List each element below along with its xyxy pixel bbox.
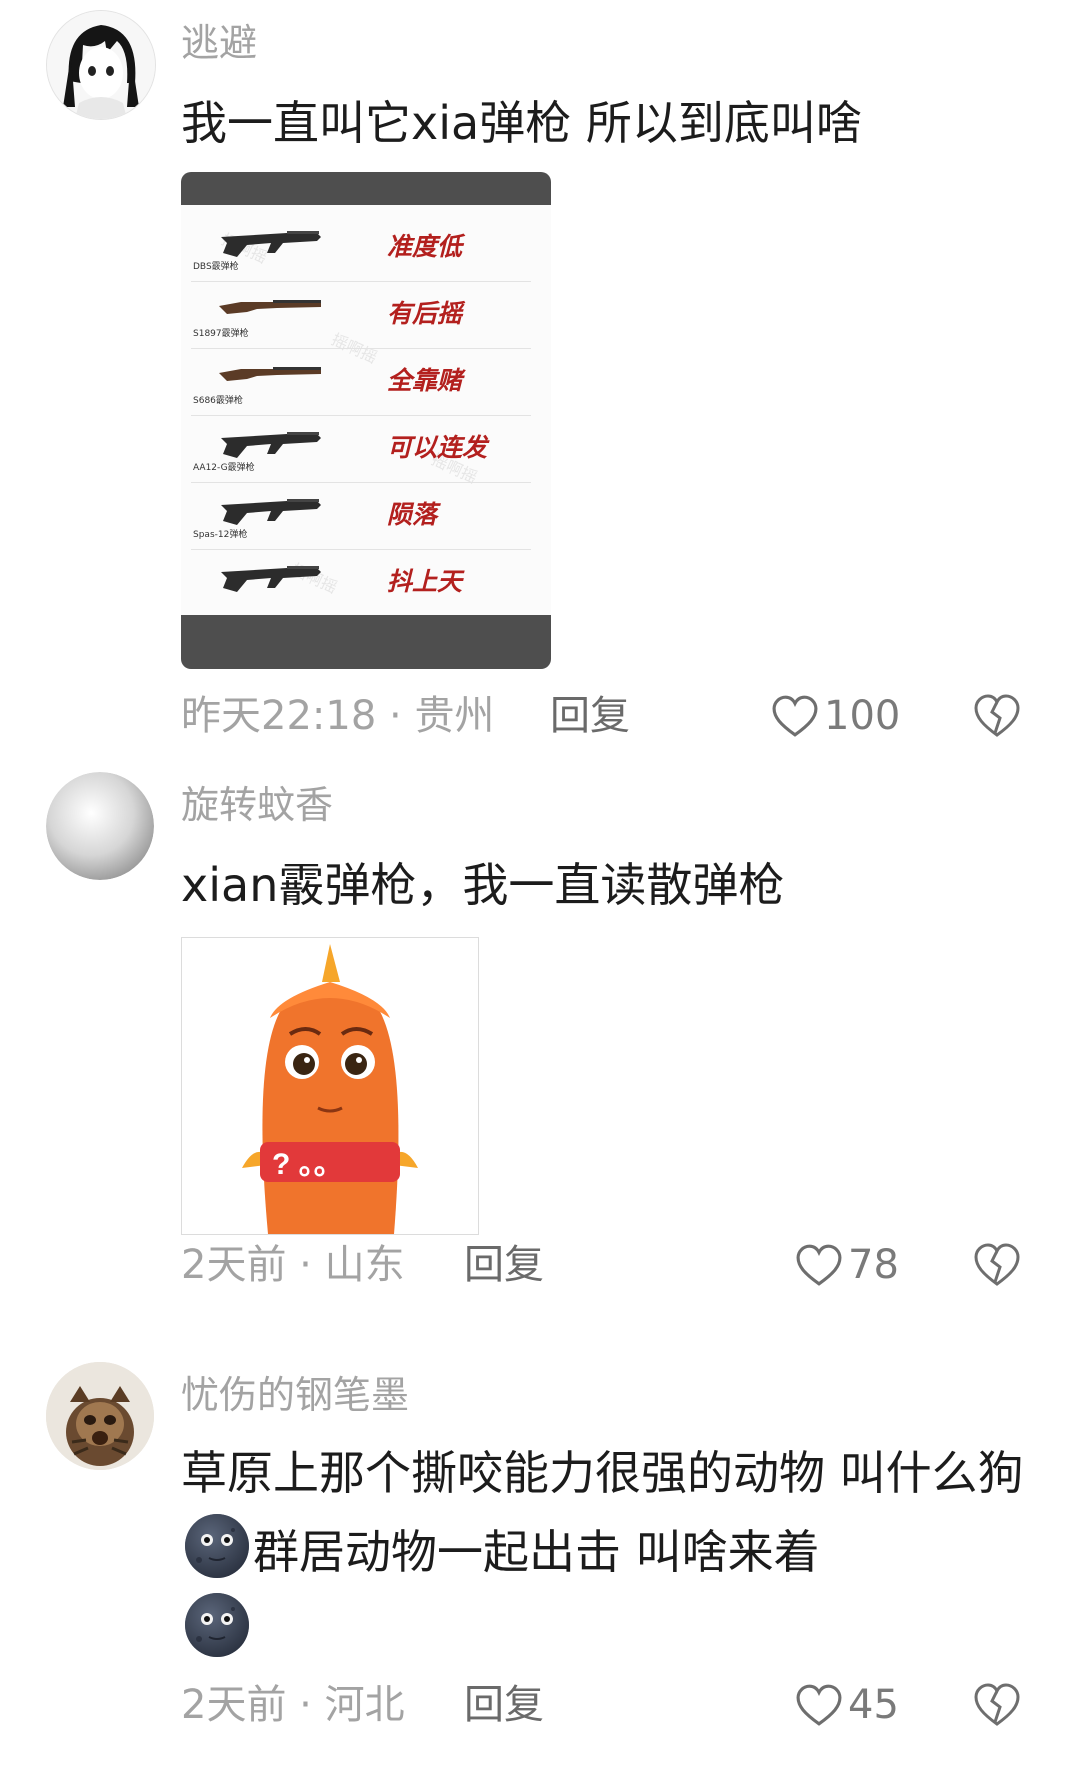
avatar[interactable] — [46, 772, 154, 880]
location: 河北 — [324, 1682, 405, 1728]
avatar[interactable] — [46, 10, 156, 120]
shotgun-image — [221, 231, 321, 257]
timestamp: 昨天22:18 — [181, 693, 377, 739]
comment-item: 旋转蚊香 xian霰弹枪，我一直读散弹枪 — [0, 760, 1080, 1320]
weapon-row: S686霰弹枪 全靠赌 — [181, 349, 551, 416]
fish-character-image: ? 。。 — [242, 944, 418, 1234]
reply-button[interactable]: 回复 — [464, 1680, 544, 1730]
weapon-row: AA12-G霰弹枪 可以连发 — [181, 416, 551, 483]
username[interactable]: 忧伤的钢笔墨 — [181, 1372, 409, 1418]
broken-heart-icon[interactable] — [973, 1241, 1021, 1289]
shotgun-image — [219, 300, 321, 314]
timestamp: 2天前 — [181, 1682, 287, 1728]
weapon-chart: 摇啊摇 摇啊摇 摇啊摇 摇啊摇 DBS霰弹枪 准度低 S1897霰弹枪 有后摇 … — [181, 205, 551, 615]
comment-text-part: 草原上那个撕咬能力很强的动物 叫什么狗 — [181, 1446, 1024, 1500]
heart-outline-icon — [796, 1244, 842, 1286]
moon-face-emoji — [184, 1513, 250, 1579]
heart-outline-icon — [796, 1684, 842, 1726]
comment-item: 忧伤的钢笔墨 草原上那个撕咬能力很强的动物 叫什么狗群居动物一起出击 叫啥来着 … — [0, 1340, 1080, 1769]
shotgun-image — [221, 566, 321, 592]
weapon-desc: 抖上天 — [387, 567, 463, 596]
like-button[interactable]: 45 — [796, 1680, 899, 1730]
weapon-name: DBS霰弹枪 — [193, 262, 239, 272]
location: 贵州 — [414, 693, 495, 739]
sign-text: ? 。。 — [272, 1148, 344, 1181]
timestamp: 2天前 — [181, 1242, 287, 1288]
weapon-desc: 全靠赌 — [387, 366, 463, 395]
weapon-row: DBS霰弹枪 准度低 — [181, 215, 551, 282]
reply-button[interactable]: 回复 — [550, 691, 630, 741]
weapon-name: S686霰弹枪 — [193, 396, 243, 406]
like-count: 45 — [848, 1682, 899, 1728]
comment-text: xian霰弹枪，我一直读散弹枪 — [181, 858, 785, 912]
shotgun-image — [221, 432, 321, 458]
shotgun-image — [219, 367, 321, 381]
reply-button[interactable]: 回复 — [464, 1240, 544, 1290]
like-count: 100 — [824, 693, 901, 739]
shotgun-image — [221, 499, 321, 525]
broken-heart-icon[interactable] — [973, 1681, 1021, 1729]
weapon-row: Spas-12弹枪 陨落 — [181, 483, 551, 550]
weapon-name: Spas-12弹枪 — [193, 530, 248, 540]
weapon-row: 抖上天 — [181, 550, 551, 617]
comment-meta: 2天前 · 山东 — [181, 1240, 405, 1290]
weapon-name: S1897霰弹枪 — [193, 329, 249, 339]
comment-meta: 昨天22:18 · 贵州 — [181, 691, 494, 741]
separator: · — [286, 1242, 325, 1288]
avatar[interactable] — [46, 1362, 154, 1470]
like-count: 78 — [848, 1242, 899, 1288]
separator: · — [286, 1682, 325, 1728]
comment-text-part: 群居动物一起出击 叫啥来着 — [253, 1525, 820, 1579]
weapon-desc: 准度低 — [387, 232, 463, 261]
weapon-desc: 有后摇 — [387, 299, 463, 328]
weapon-desc: 陨落 — [387, 500, 438, 529]
separator: · — [376, 693, 415, 739]
comment-meta: 2天前 · 河北 — [181, 1680, 405, 1730]
comment-image[interactable]: 摇啊摇 摇啊摇 摇啊摇 摇啊摇 DBS霰弹枪 准度低 S1897霰弹枪 有后摇 … — [181, 172, 551, 669]
like-button[interactable]: 100 — [772, 691, 900, 741]
comment-item: 逃避 我一直叫它xia弹枪 所以到底叫啥 摇啊摇 摇啊摇 摇啊摇 摇啊摇 DBS… — [0, 0, 1080, 760]
comment-actions: 2天前 · 山东 回复 78 — [0, 1240, 1080, 1300]
heart-outline-icon — [772, 695, 818, 737]
weapon-row: S1897霰弹枪 有后摇 — [181, 282, 551, 349]
comment-image[interactable]: ? 。。 — [181, 937, 479, 1235]
username[interactable]: 逃避 — [181, 20, 257, 66]
weapon-name: AA12-G霰弹枪 — [193, 463, 255, 473]
location: 山东 — [324, 1242, 405, 1288]
username[interactable]: 旋转蚊香 — [181, 782, 333, 828]
weapon-desc: 可以连发 — [387, 433, 488, 462]
comment-text: 我一直叫它xia弹枪 所以到底叫啥 — [181, 96, 862, 150]
moon-face-emoji — [184, 1592, 250, 1658]
broken-heart-icon[interactable] — [973, 692, 1021, 740]
comment-text: 草原上那个撕咬能力很强的动物 叫什么狗群居动物一起出击 叫啥来着 — [181, 1434, 1031, 1670]
like-button[interactable]: 78 — [796, 1240, 899, 1290]
